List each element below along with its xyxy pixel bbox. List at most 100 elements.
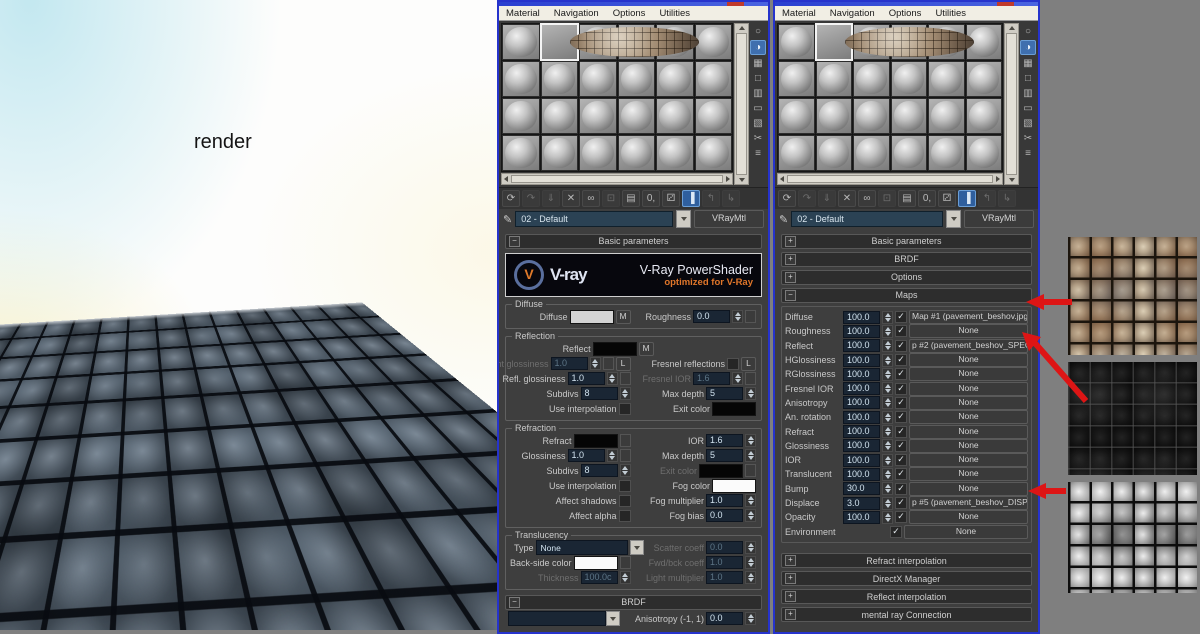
material-slot[interactable] (853, 61, 890, 97)
material-slot[interactable] (656, 61, 694, 97)
sample-ui-tiling-icon[interactable]: □ (751, 72, 765, 85)
map-slot-button[interactable]: None (909, 410, 1028, 424)
make-material-copy-icon[interactable]: ∞ (858, 190, 876, 207)
subdivs-field[interactable]: 8 (581, 387, 618, 400)
material-type-button[interactable]: VRayMtl (964, 210, 1034, 228)
diffuse-color-swatch[interactable] (570, 310, 614, 324)
material-slot[interactable] (618, 135, 656, 171)
material-slot[interactable] (966, 135, 1003, 171)
menu-utilities[interactable]: Utilities (928, 8, 973, 19)
spinner[interactable] (620, 464, 631, 477)
material-slot[interactable] (853, 98, 890, 134)
map-slot-button[interactable]: p #5 (pavement_beshov_DISP.bmp) (909, 496, 1028, 510)
fog-color-swatch[interactable] (712, 479, 756, 493)
fresnel-reflections-checkbox[interactable] (727, 358, 739, 370)
material-slot[interactable] (502, 24, 540, 60)
put-material-to-scene-icon[interactable]: ↷ (522, 190, 540, 207)
reset-material-icon[interactable]: ✕ (838, 190, 856, 207)
spinner[interactable] (745, 387, 756, 400)
expand-icon[interactable]: + (785, 272, 796, 283)
rollout-brdf[interactable]: + BRDF (781, 252, 1032, 267)
roughness-field[interactable]: 0.0 (693, 310, 730, 323)
map-slot-button[interactable]: Map #1 (pavement_beshov.jpg) (909, 310, 1028, 324)
video-color-check-icon[interactable]: ▥ (751, 87, 765, 100)
brdf-type-dropdown[interactable] (508, 611, 606, 626)
material-name-dropdown[interactable]: 02 - Default (515, 211, 673, 227)
spinner[interactable] (882, 339, 893, 352)
material-slot-selected[interactable] (816, 24, 853, 60)
roughness-map-slot[interactable] (745, 310, 756, 323)
map-enable-checkbox[interactable]: ✓ (890, 526, 902, 538)
map-enable-checkbox[interactable]: ✓ (895, 368, 907, 380)
material-slot[interactable] (502, 135, 540, 171)
spinner[interactable] (745, 556, 756, 569)
select-by-material-icon[interactable]: ✂ (1021, 132, 1035, 145)
rollout-reflect-interpolation[interactable]: + Reflect interpolation (781, 589, 1032, 604)
material-slot[interactable] (656, 135, 694, 171)
expand-icon[interactable]: + (785, 573, 796, 584)
reset-material-icon[interactable]: ✕ (562, 190, 580, 207)
material-slot[interactable] (778, 24, 815, 60)
material-slot[interactable] (618, 61, 656, 97)
material-slot[interactable] (966, 61, 1003, 97)
material-slot[interactable] (816, 135, 853, 171)
map-amount-field[interactable]: 3.0 (843, 497, 880, 510)
map-slot-button[interactable]: None (909, 367, 1028, 381)
hilight-lock-button[interactable]: L (616, 357, 631, 371)
spinner[interactable] (882, 439, 893, 452)
material-id-channel-icon[interactable]: 0, (642, 190, 660, 207)
spinner[interactable] (882, 497, 893, 510)
map-slot-button[interactable]: p #2 (pavement_beshov_SPEC.bmp) (909, 339, 1028, 353)
material-slot[interactable] (541, 61, 579, 97)
material-slot[interactable] (695, 98, 733, 134)
map-enable-checkbox[interactable]: ✓ (895, 454, 907, 466)
window-titlebar[interactable] (775, 2, 1038, 6)
scroll-left-icon[interactable] (504, 176, 508, 182)
menu-options[interactable]: Options (882, 8, 929, 19)
spinner[interactable] (882, 454, 893, 467)
close-icon[interactable] (727, 2, 744, 6)
material-slot[interactable] (502, 98, 540, 134)
spinner[interactable] (732, 372, 743, 385)
hilight-map-slot[interactable] (603, 357, 614, 370)
spinner[interactable] (882, 468, 893, 481)
refl-glossiness-field[interactable]: 1.0 (568, 372, 605, 385)
material-slot[interactable] (928, 135, 965, 171)
map-enable-checkbox[interactable]: ✓ (895, 497, 907, 509)
spinner[interactable] (882, 354, 893, 367)
scroll-right-icon[interactable] (996, 176, 1000, 182)
show-map-in-viewport-icon[interactable]: ⚂ (938, 190, 956, 207)
material-slot[interactable] (891, 135, 928, 171)
map-enable-checkbox[interactable]: ✓ (895, 340, 907, 352)
refraction-max-depth-field[interactable]: 5 (706, 449, 743, 462)
affect-shadows-checkbox[interactable] (619, 495, 631, 507)
thickness-field[interactable]: 100.0c (581, 571, 618, 584)
spinner[interactable] (590, 357, 601, 370)
map-amount-field[interactable]: 100.0 (843, 411, 880, 424)
map-slot-button[interactable]: None (909, 425, 1028, 439)
spinner[interactable] (607, 372, 618, 385)
reflect-color-swatch[interactable] (593, 342, 637, 356)
map-enable-checkbox[interactable]: ✓ (895, 440, 907, 452)
map-enable-checkbox[interactable]: ✓ (895, 511, 907, 523)
diffuse-map-button[interactable]: M (616, 310, 631, 324)
refract-map-slot[interactable] (620, 434, 631, 447)
collapse-icon[interactable]: − (509, 236, 520, 247)
material-slot[interactable] (579, 135, 617, 171)
spinner[interactable] (882, 382, 893, 395)
make-preview-icon[interactable]: ▭ (1021, 102, 1035, 115)
fresnel-lock-button[interactable]: L (741, 357, 756, 371)
chevron-down-icon[interactable] (676, 210, 691, 228)
map-slot-button[interactable]: None (909, 324, 1028, 338)
pick-material-icon[interactable]: ✎ (779, 213, 788, 226)
rollout-options[interactable]: + Options (781, 270, 1032, 285)
anisotropy-field[interactable]: 0.0 (706, 612, 743, 625)
options-icon[interactable]: ▧ (1021, 117, 1035, 130)
spinner[interactable] (745, 571, 756, 584)
material-slot[interactable] (541, 135, 579, 171)
select-by-material-icon[interactable]: ✂ (751, 132, 765, 145)
expand-icon[interactable]: + (785, 609, 796, 620)
use-interpolation-checkbox[interactable] (619, 403, 631, 415)
make-unique-icon[interactable]: ⊡ (602, 190, 620, 207)
refraction-use-interpolation-checkbox[interactable] (619, 480, 631, 492)
